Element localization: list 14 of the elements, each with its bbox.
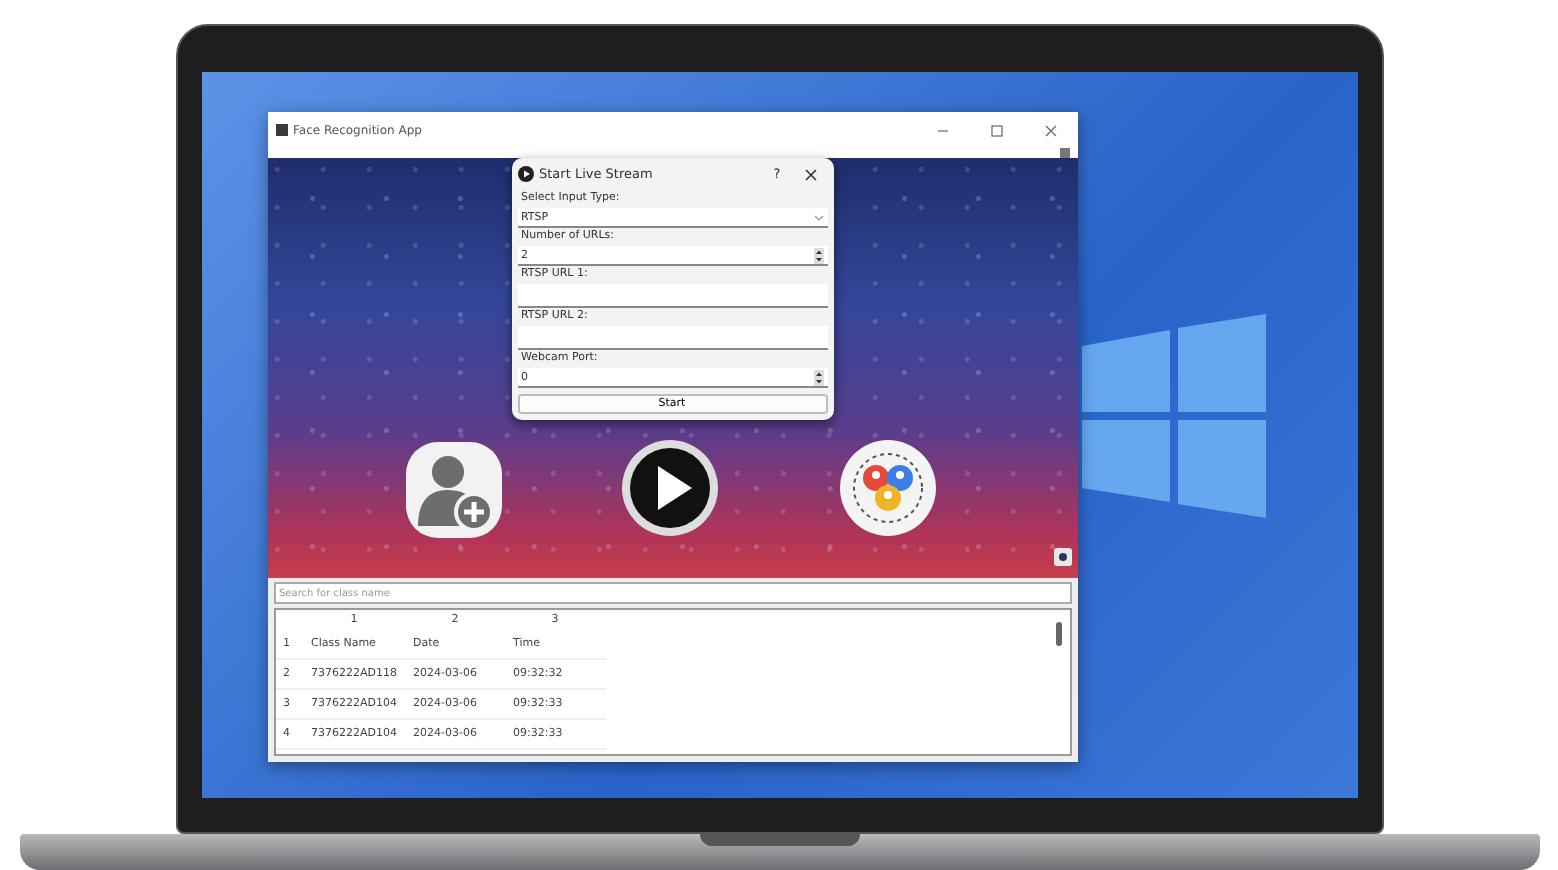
url-input-field[interactable] [517,326,827,350]
play-icon [517,166,533,182]
url-input-field[interactable] [517,284,827,308]
group-sync-icon[interactable] [838,438,938,538]
scrollbar-thumb[interactable] [1055,622,1061,646]
add-user-icon[interactable] [406,442,502,538]
maximize-icon[interactable] [989,123,1003,137]
close-icon[interactable] [1043,123,1057,137]
play-button-icon[interactable] [620,438,720,538]
spin-arrows-icon[interactable] [813,369,823,385]
spin-arrows-icon[interactable] [813,247,823,263]
app-icon [275,124,287,136]
chevron-down-icon [813,213,823,221]
close-icon[interactable] [803,167,817,181]
